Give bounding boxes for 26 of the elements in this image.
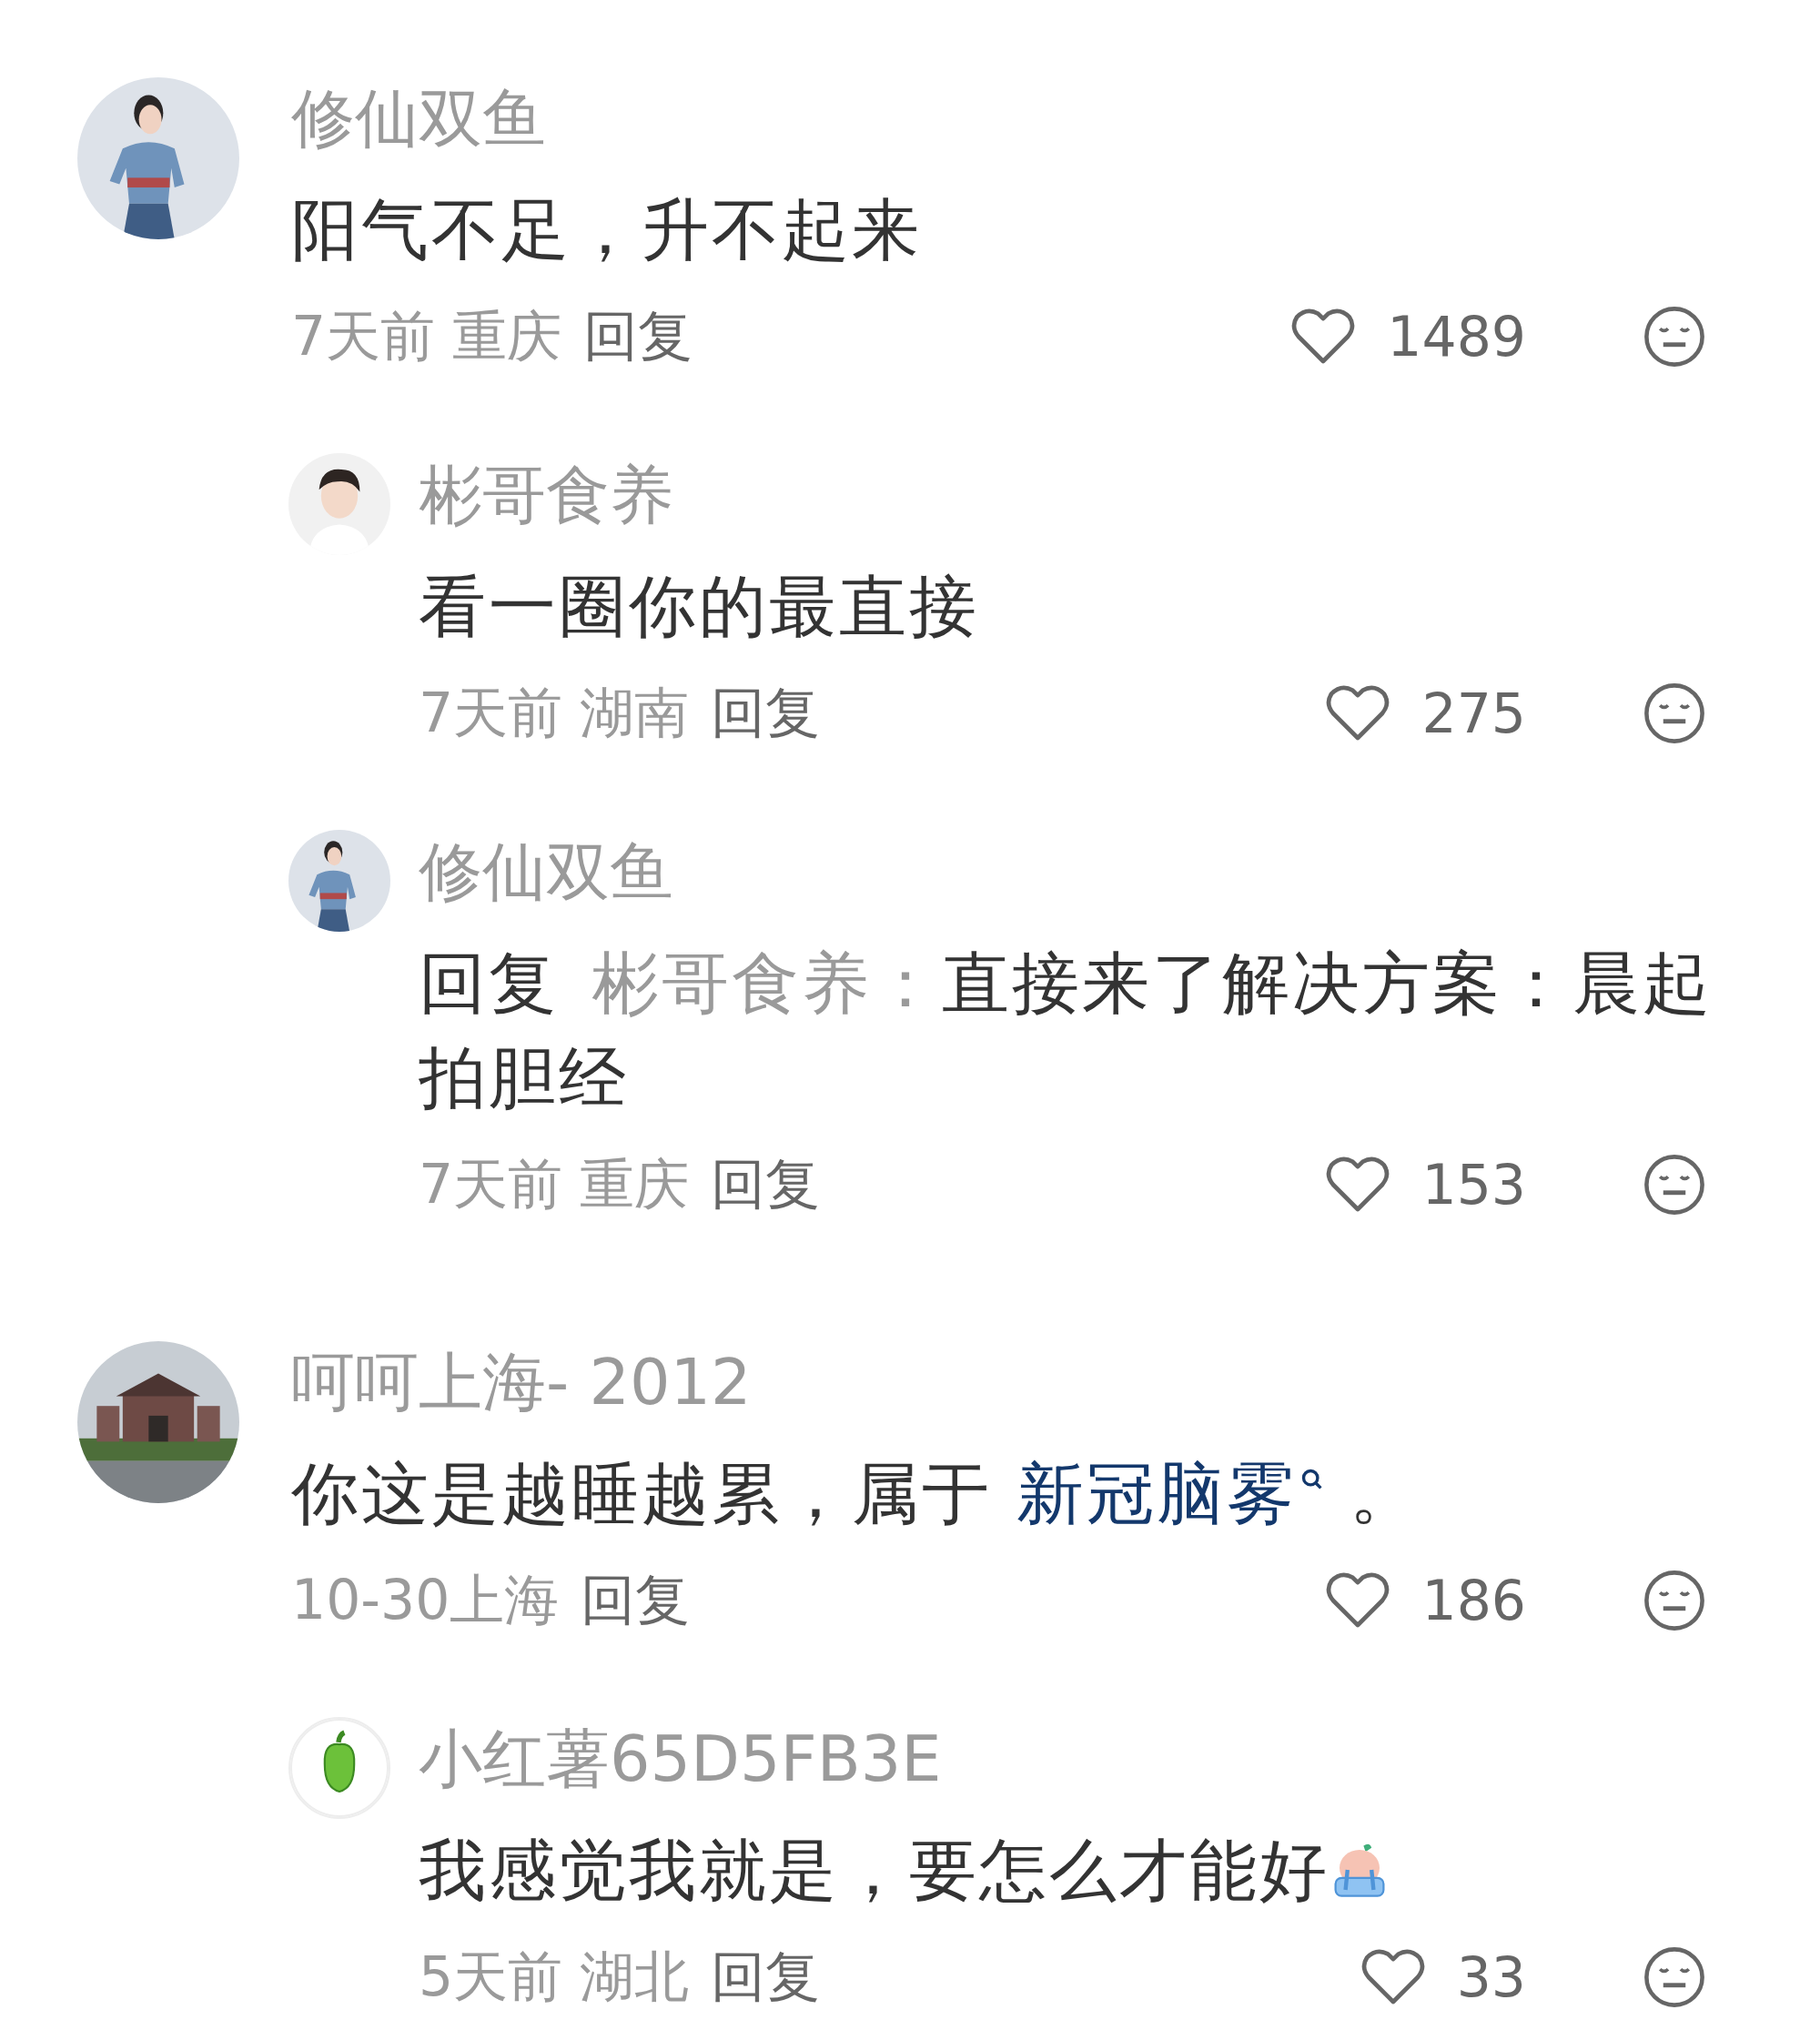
like-count: 186 (1421, 1569, 1526, 1632)
expressionless-face-icon[interactable] (1643, 1569, 1706, 1632)
time-location: 7天前 重庆 (291, 302, 562, 369)
like-count: 33 (1456, 1945, 1526, 2009)
like-count: 153 (1421, 1153, 1526, 1217)
reply-button[interactable]: 回复 (711, 1147, 821, 1222)
reply-button[interactable]: 回复 (711, 1940, 821, 2015)
comment-text: 看一圈你的最直接 (419, 566, 979, 647)
reply-button[interactable]: 回复 (711, 676, 821, 751)
like-count: 1489 (1387, 305, 1526, 369)
reply-button[interactable]: 回复 (583, 299, 693, 374)
time-location: 7天前 重庆 (419, 1150, 690, 1217)
comment-text: 回复 彬哥食养：直接来了解决方案：晨起拍胆经 (419, 943, 1714, 1118)
time-location: 7天前 湖南 (419, 679, 690, 746)
expressionless-face-icon[interactable] (1643, 1153, 1706, 1217)
time-location: 5天前 湖北 (419, 1943, 690, 2010)
comment-text: 我感觉我就是，要怎么才能好 (419, 1830, 1330, 1911)
expressionless-face-icon[interactable] (1643, 305, 1706, 369)
comment-text: 阳气不足，升不起来 (291, 189, 922, 270)
reply-button[interactable]: 回复 (581, 1563, 691, 1638)
like-count: 275 (1421, 682, 1526, 745)
comment-text: 你这是越睡越累，属于 新冠脑雾 。 (291, 1453, 1421, 1534)
link[interactable]: 新冠脑雾 (1016, 1454, 1326, 1532)
expressionless-face-icon[interactable] (1643, 1945, 1706, 2009)
expressionless-face-icon[interactable] (1643, 682, 1706, 745)
time-location: 10-30上海 (291, 1566, 560, 1633)
